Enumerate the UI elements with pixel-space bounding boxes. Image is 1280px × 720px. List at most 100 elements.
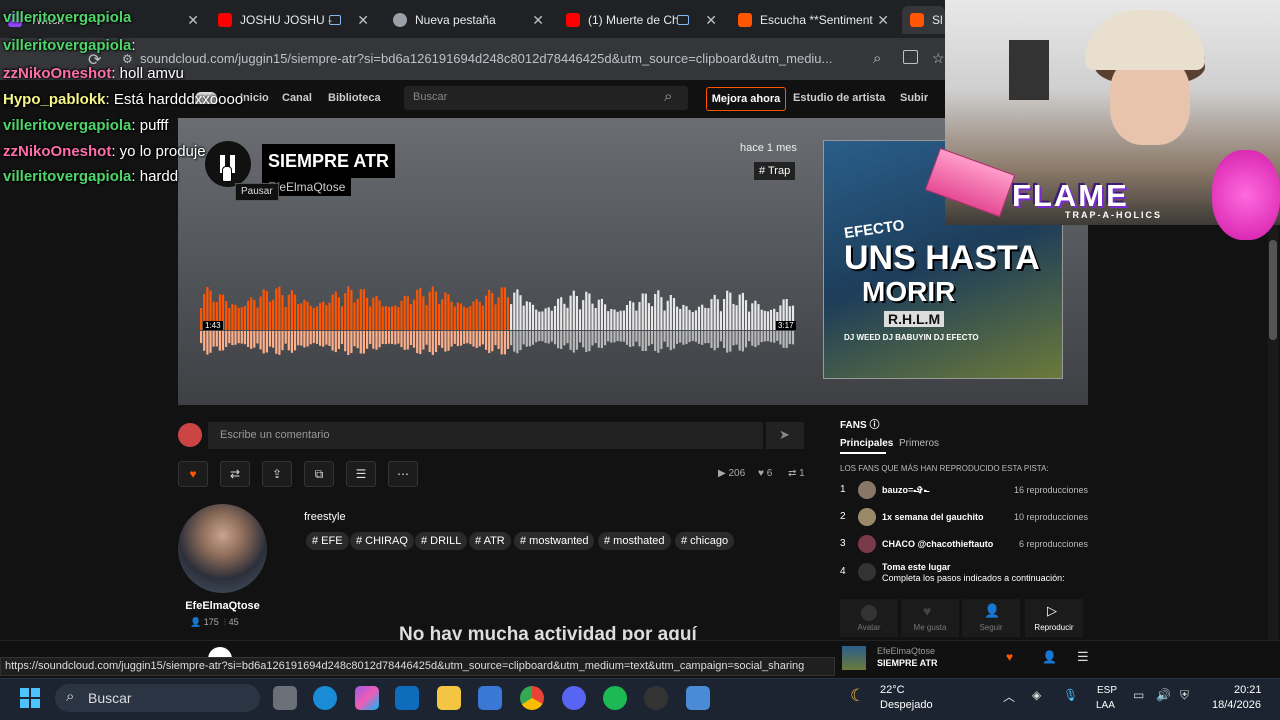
waveform-bar[interactable] (569, 295, 572, 330)
waveform-bar[interactable] (441, 299, 444, 330)
waveform-bar[interactable] (387, 306, 391, 330)
waveform[interactable] (200, 282, 795, 358)
waveform-bar[interactable] (654, 293, 657, 330)
waveform-bar[interactable] (682, 304, 685, 330)
waveform-bar[interactable] (491, 293, 494, 330)
waveform-bar[interactable] (375, 296, 378, 330)
waveform-bar[interactable] (384, 306, 387, 330)
waveform-bar[interactable] (459, 303, 463, 331)
waveform-bar[interactable] (416, 289, 419, 330)
install-app-icon[interactable] (903, 50, 918, 64)
waveform-bar[interactable] (541, 311, 544, 330)
waveform-bar[interactable] (300, 303, 303, 330)
waveform-bar[interactable] (710, 299, 713, 330)
discord-icon[interactable] (562, 686, 586, 710)
waveform-bar[interactable] (760, 309, 763, 330)
waveform-bar[interactable] (719, 311, 722, 330)
waveform-bar[interactable] (434, 291, 438, 330)
waveform-bar[interactable] (594, 308, 597, 330)
waveform-bar[interactable] (337, 297, 340, 330)
fan-row[interactable]: 3 CHACO @chacothieftauto 6 reproduccione… (840, 534, 1088, 554)
tab-soundcloud-active[interactable]: Sl (902, 6, 945, 34)
waveform-bar[interactable] (531, 304, 535, 330)
edge-icon[interactable] (313, 686, 337, 710)
send-comment-button[interactable]: ➤ (766, 422, 804, 449)
volume-icon[interactable]: 🔊 (1156, 688, 1171, 702)
waveform-bar[interactable] (309, 305, 312, 330)
tab-youtube-muerte[interactable]: (1) Muerte de Ch ✕ (558, 6, 723, 34)
file-explorer-icon[interactable] (437, 686, 461, 710)
waveform-bar[interactable] (591, 303, 594, 330)
waveform-bar[interactable] (726, 290, 729, 330)
waveform-bar[interactable] (650, 306, 654, 330)
waveform-bar[interactable] (616, 311, 619, 330)
player-like-icon[interactable]: ♥ (1006, 650, 1013, 664)
weather-temperature[interactable]: 22°C (880, 684, 905, 696)
waveform-bar[interactable] (475, 299, 478, 330)
waveform-bar[interactable] (347, 286, 350, 330)
tag-mosthated[interactable]: # mosthated (598, 532, 671, 550)
waveform-bar[interactable] (234, 304, 237, 330)
repost-button[interactable]: ⇄ (220, 461, 250, 487)
waveform-bar[interactable] (419, 288, 422, 330)
waveform-bar[interactable] (516, 289, 519, 330)
site-info-icon[interactable]: ⚙ (122, 52, 133, 66)
waveform-bar[interactable] (328, 302, 331, 330)
waveform-bar[interactable] (378, 300, 381, 330)
uploader-name[interactable]: EfeElmaQtose (178, 600, 267, 612)
waveform-bar[interactable] (272, 299, 275, 330)
waveform-bar[interactable] (287, 294, 290, 330)
waveform-bar[interactable] (600, 298, 603, 330)
waveform-bar[interactable] (666, 300, 669, 330)
search-bar[interactable]: Buscar ⌕ (404, 86, 688, 110)
waveform-bar[interactable] (253, 299, 256, 330)
waveform-bar[interactable] (478, 301, 481, 330)
fan-row[interactable]: 2 1x semana del gauchito 10 reproduccion… (840, 507, 1088, 527)
waveform-bar[interactable] (629, 300, 632, 330)
nav-feed[interactable]: Canal (282, 92, 312, 104)
bookmark-star-icon[interactable]: ☆ (932, 50, 945, 67)
waveform-bar[interactable] (610, 309, 613, 330)
waveform-bar[interactable] (225, 301, 228, 330)
waveform-bar[interactable] (397, 307, 400, 330)
waveform-bar[interactable] (500, 287, 503, 330)
waveform-bar[interactable] (578, 309, 582, 330)
tab-first-fans[interactable]: Primeros (899, 438, 939, 449)
waveform-bar[interactable] (265, 290, 268, 330)
waveform-bar[interactable] (510, 304, 513, 330)
waveform-bar[interactable] (281, 295, 284, 330)
player-thumbnail[interactable] (842, 646, 866, 670)
waveform-bar[interactable] (741, 292, 744, 330)
waveform-bar[interactable] (572, 290, 575, 330)
waveform-bar[interactable] (356, 298, 359, 330)
waveform-bar[interactable] (447, 294, 450, 330)
waveform-bar[interactable] (676, 306, 679, 330)
waveform-bar[interactable] (243, 306, 246, 330)
waveform-bar[interactable] (713, 294, 716, 330)
waveform-bar[interactable] (200, 308, 203, 330)
upload-link[interactable]: Subir (900, 92, 928, 104)
waveform-bar[interactable] (757, 304, 760, 330)
waveform-bar[interactable] (691, 312, 694, 330)
waveform-bar[interactable] (697, 306, 701, 330)
spotify-icon[interactable] (603, 686, 627, 710)
waveform-bar[interactable] (372, 297, 375, 330)
queue-icon[interactable]: ☰ (1077, 649, 1089, 665)
waveform-bar[interactable] (391, 306, 394, 330)
waveform-bar[interactable] (588, 293, 591, 331)
tag-efe[interactable]: # EFE (306, 532, 349, 550)
waveform-bar[interactable] (557, 298, 560, 330)
waveform-bar[interactable] (297, 304, 300, 330)
waveform-bar[interactable] (769, 309, 773, 330)
waveform-bar[interactable] (275, 288, 278, 331)
search-icon[interactable]: ⌕ (664, 88, 672, 105)
waveform-bar[interactable] (494, 304, 497, 330)
waveform-bar[interactable] (359, 289, 362, 330)
add-to-playlist-button[interactable]: ☰ (346, 461, 376, 487)
waveform-bar[interactable] (303, 299, 306, 330)
waveform-bar[interactable] (513, 292, 516, 330)
waveform-bar[interactable] (641, 293, 644, 331)
waveform-bar[interactable] (694, 310, 697, 330)
waveform-bar[interactable] (625, 305, 629, 330)
close-icon[interactable]: ✕ (532, 12, 544, 29)
